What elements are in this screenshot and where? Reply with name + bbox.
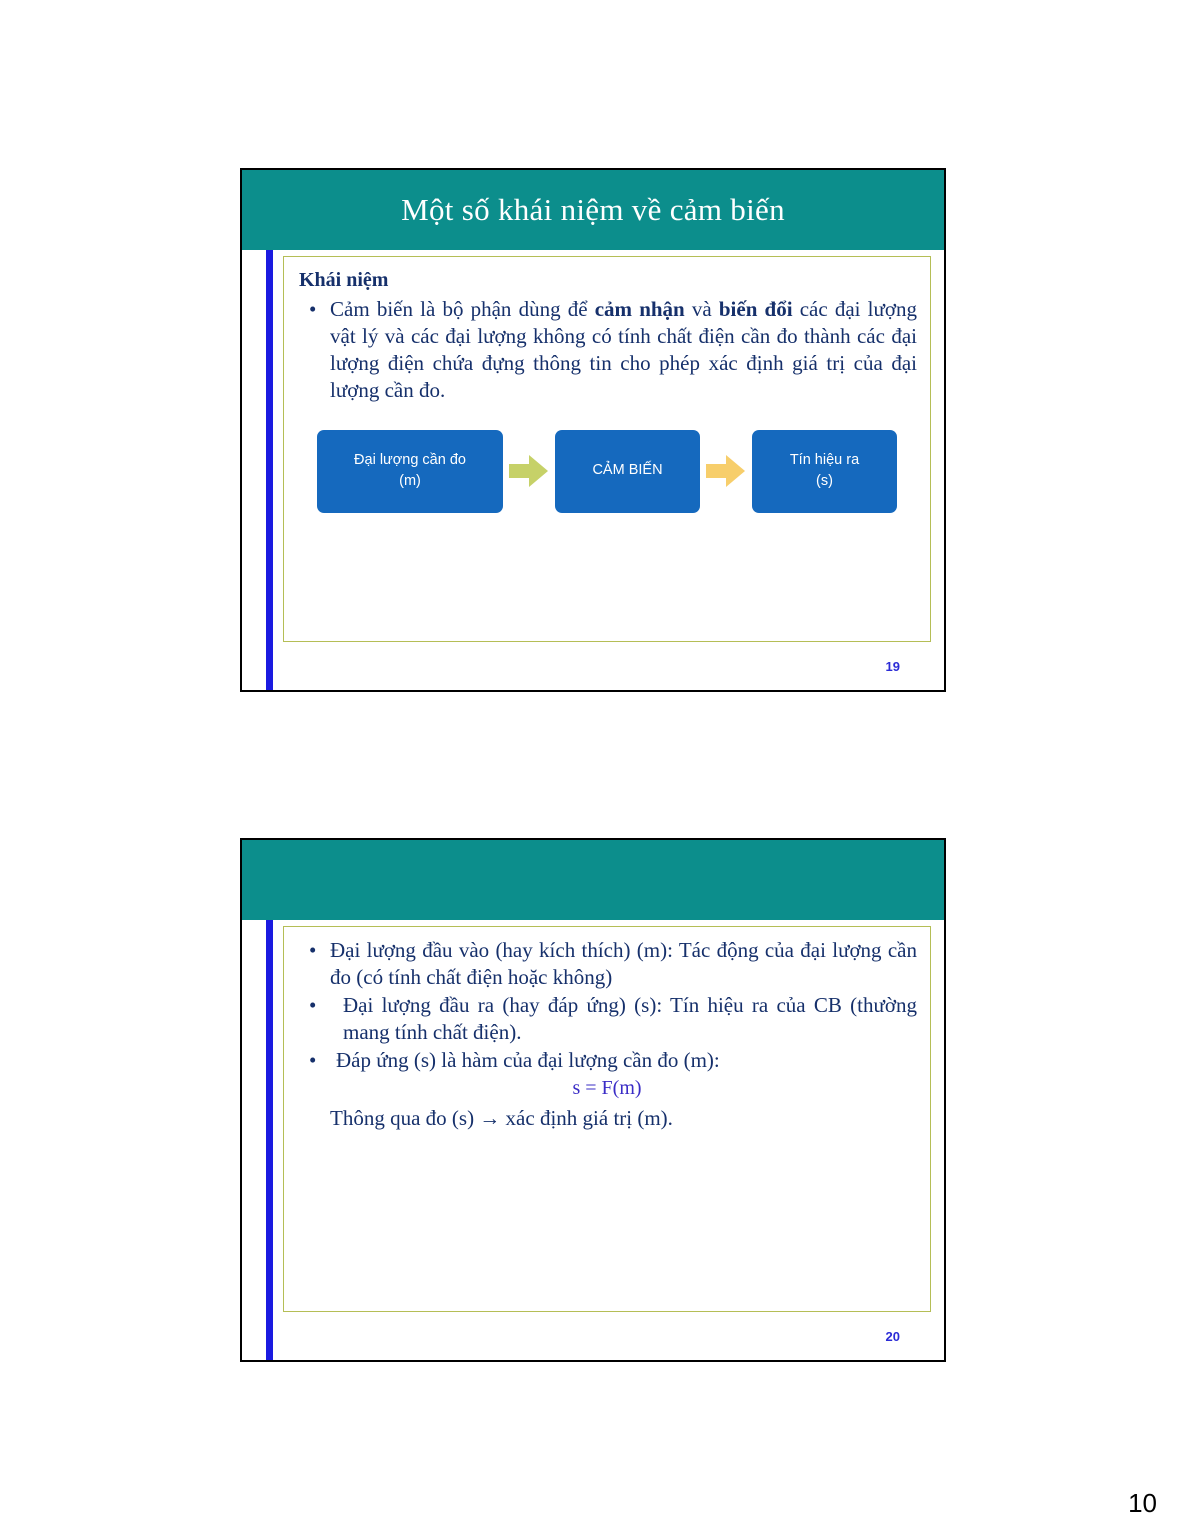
- slide-1-bullet-list: • Cảm biến là bộ phận dùng để cảm nhận v…: [297, 296, 917, 404]
- arrow-right-icon: [503, 454, 555, 488]
- closing-line: Thông qua đo (s) → xác định giá trị (m).: [330, 1106, 673, 1131]
- slide-1-section-heading: Khái niệm: [299, 269, 389, 291]
- flow-node-input-line1: Đại lượng cần đo: [354, 451, 466, 468]
- document-page-number: 10: [1128, 1488, 1157, 1518]
- slide-2-number: 20: [885, 1329, 900, 1344]
- slide-1-number: 19: [885, 659, 900, 674]
- bullet-marker: •: [309, 1047, 317, 1072]
- bullet-text: Đại lượng đầu ra (hay đáp ứng) (s): Tín …: [343, 992, 917, 1044]
- slide-1: Một số khái niệm về cảm biến Khái niệm •…: [240, 168, 946, 692]
- slide-2-accent-bar: [266, 920, 273, 1360]
- bullet-marker: •: [309, 297, 317, 321]
- slide-2: • Đại lượng đầu vào (hay kích thích) (m)…: [240, 838, 946, 1362]
- slide-2-title-band: [242, 840, 944, 920]
- flow-node-input-line2: (m): [399, 473, 421, 489]
- flow-node-output: Tín hiệu ra (s): [752, 429, 897, 513]
- flow-node-output-line1: Tín hiệu ra: [789, 451, 860, 468]
- flow-node-output-line2: (s): [816, 473, 833, 489]
- slide-1-accent-bar: [266, 250, 273, 690]
- document-page: Một số khái niệm về cảm biến Khái niệm •…: [0, 0, 1189, 1539]
- list-item: • Đại lượng đầu ra (hay đáp ứng) (s): Tí…: [297, 992, 917, 1046]
- sensor-flow-diagram: Đại lượng cần đo (m) CẢM BIẾN Tín hiệu r…: [297, 429, 917, 513]
- list-item: • Cảm biến là bộ phận dùng để cảm nhận v…: [297, 296, 917, 404]
- list-item: • Đáp ứng (s) là hàm của đại lượng cần đ…: [297, 1047, 917, 1074]
- flow-node-input: Đại lượng cần đo (m): [317, 429, 503, 513]
- slide-1-content-box: Khái niệm • Cảm biến là bộ phận dùng để …: [283, 256, 931, 642]
- flow-node-sensor-line1: CẢM BIẾN: [592, 462, 663, 479]
- flow-node-sensor: CẢM BIẾN: [555, 429, 700, 513]
- bullet-marker: •: [309, 938, 317, 962]
- bullet-text: Đại lượng đầu vào (hay kích thích) (m): …: [330, 938, 917, 989]
- slide-2-content-box: • Đại lượng đầu vào (hay kích thích) (m)…: [283, 926, 931, 1312]
- bullet-marker: •: [309, 992, 317, 1017]
- bullet-text: Đáp ứng (s) là hàm của đại lượng cần đo …: [336, 1047, 720, 1072]
- list-item: • Đại lượng đầu vào (hay kích thích) (m)…: [297, 937, 917, 991]
- bullet-text: Cảm biến là bộ phận dùng để cảm nhận và …: [330, 297, 917, 402]
- arrow-right-icon: [700, 454, 752, 488]
- formula-expression: s = F(m): [572, 1077, 642, 1100]
- slide-2-bullet-list: • Đại lượng đầu vào (hay kích thích) (m)…: [297, 937, 917, 1073]
- slide-1-title-band: Một số khái niệm về cảm biến: [242, 170, 944, 250]
- slide-1-title: Một số khái niệm về cảm biến: [401, 191, 785, 227]
